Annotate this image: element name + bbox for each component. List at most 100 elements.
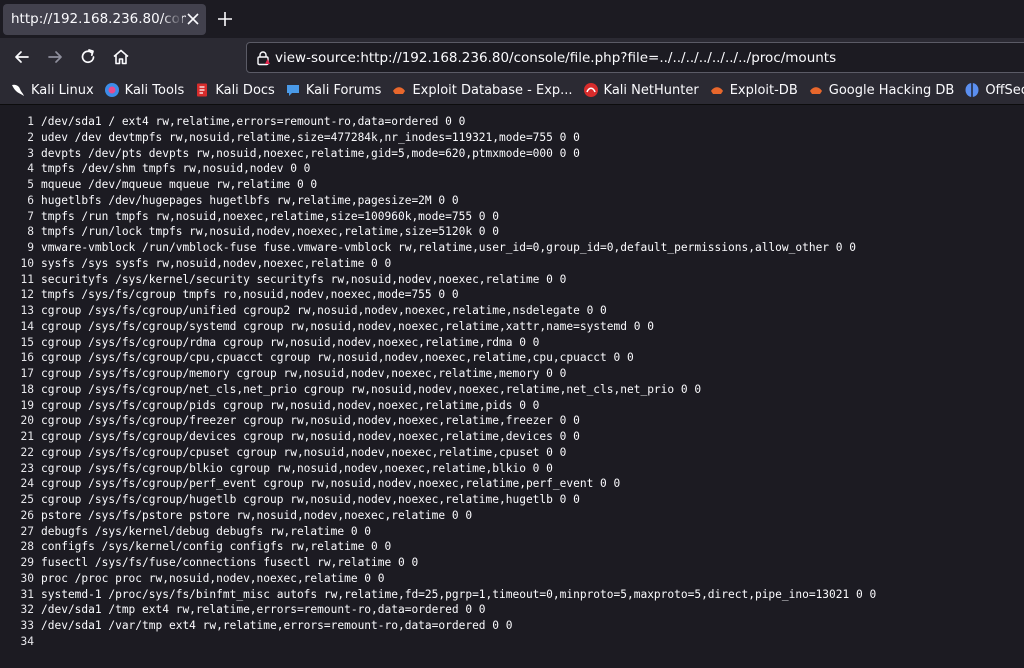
line-text: tmpfs /run/lock tmpfs rw,nosuid,nodev,no… (41, 225, 500, 239)
tab-title-fade (162, 4, 182, 35)
source-line: 8 tmpfs /run/lock tmpfs rw,nosuid,nodev,n… (0, 224, 1024, 240)
line-number: 10 (20, 256, 34, 270)
kali-dragon-icon (12, 84, 24, 96)
lock-warning-icon[interactable] (255, 50, 271, 66)
offsec-icon (965, 83, 979, 97)
line-number: 6 (27, 193, 34, 207)
line-text: cgroup /sys/fs/cgroup/memory cgroup rw,n… (41, 367, 567, 380)
line-number: 1 (27, 115, 34, 128)
line-number: 26 (20, 508, 34, 522)
line-text: cgroup /sys/fs/cgroup/devices cgroup rw,… (41, 430, 580, 443)
line-text: sysfs /sys sysfs rw,nosuid,nodev,noexec,… (41, 256, 392, 270)
bookmark-kali-docs[interactable]: Kali Docs (194, 78, 275, 102)
url-text[interactable]: view-source:http://192.168.236.80/consol… (275, 50, 836, 66)
line-number: 7 (27, 209, 34, 223)
line-text: cgroup /sys/fs/cgroup/net_cls,net_prio c… (41, 382, 702, 396)
line-text: securityfs /sys/kernel/security security… (41, 272, 567, 286)
line-number: 5 (27, 178, 34, 191)
line-number: 19 (20, 398, 34, 412)
nethunter-icon (583, 83, 598, 97)
exploit-db-icon (393, 87, 406, 94)
source-line: 10 sysfs /sys sysfs rw,nosuid,nodev,noexe… (0, 256, 1024, 272)
kali-forums-icon (286, 85, 299, 96)
source-line: 33/dev/sda1 /var/tmp ext4 rw,relatime,er… (0, 618, 1024, 634)
bookmark-offsec[interactable]: OffSec (964, 78, 1024, 102)
source-line: 23 cgroup /sys/fs/cgroup/blkio cgroup rw,… (0, 461, 1024, 477)
line-number: 33 (20, 619, 34, 632)
tab-strip: http://192.168.236.80/console (0, 0, 1024, 38)
line-number: 32 (20, 603, 34, 617)
bookmark-kali-tools[interactable]: Kali Tools (104, 78, 184, 102)
active-tab[interactable]: http://192.168.236.80/console (3, 4, 206, 35)
line-number: 15 (20, 335, 34, 349)
source-line: 1/dev/sda1 / ext4 rw,relatime,errors=rem… (0, 114, 1024, 130)
line-number: 29 (20, 556, 34, 569)
source-line: 15 cgroup /sys/fs/cgroup/rdma cgroup rw,n… (0, 335, 1024, 351)
line-number: 22 (20, 445, 34, 459)
ghdb-icon (809, 87, 822, 94)
line-number: 34 (20, 634, 34, 648)
source-line: 12 tmpfs /sys/fs/cgroup tmpfs ro,nosuid,n… (0, 287, 1024, 303)
line-text: /dev/sda1 / ext4 rw,relatime,errors=remo… (41, 115, 466, 128)
source-line: 25 cgroup /sys/fs/cgroup/hugetlb cgroup r… (0, 492, 1024, 508)
source-line: 27 debugfs /sys/kernel/debug debugfs rw,r… (0, 524, 1024, 540)
arrow-left-icon[interactable] (12, 47, 32, 67)
line-text: /dev/sda1 /var/tmp ext4 rw,relatime,erro… (41, 619, 513, 632)
line-number: 8 (27, 225, 34, 239)
line-text: tmpfs /sys/fs/cgroup tmpfs ro,nosuid,nod… (41, 288, 459, 302)
reload-icon[interactable] (78, 47, 98, 67)
address-bar[interactable]: view-source:http://192.168.236.80/consol… (246, 42, 1024, 73)
bookmark-label: OffSec (985, 82, 1024, 98)
source-line: 5 mqueue /dev/mqueue mqueue rw,relatime 0… (0, 177, 1024, 193)
line-text: cgroup /sys/fs/cgroup/hugetlb cgroup rw,… (41, 493, 580, 506)
source-line: 19 cgroup /sys/fs/cgroup/pids cgroup rw,n… (0, 398, 1024, 414)
source-line: 9 vmware-vmblock /run/vmblock-fuse fuse.v… (0, 240, 1024, 256)
line-number: 13 (20, 304, 34, 317)
line-text: pstore /sys/fs/pstore pstore rw,nosuid,n… (41, 508, 473, 522)
source-line: 6 hugetlbfs /dev/hugepages hugetlbfs rw,r… (0, 193, 1024, 209)
kali-tools-icon (104, 83, 119, 97)
line-text: cgroup /sys/fs/cgroup/cpuset cgroup rw,n… (41, 445, 567, 459)
line-number: 12 (20, 288, 34, 302)
home-icon[interactable] (111, 47, 131, 67)
source-line: 7 tmpfs /run tmpfs rw,nosuid,noexec,relat… (0, 209, 1024, 225)
line-number: 11 (20, 272, 34, 286)
line-text: cgroup /sys/fs/cgroup/freezer cgroup rw,… (41, 414, 580, 428)
line-number: 16 (20, 351, 34, 365)
source-line: 28 configfs /sys/kernel/config configfs r… (0, 539, 1024, 555)
bookmark-label: Kali Forums (305, 82, 382, 98)
line-text: cgroup /sys/fs/cgroup/perf_event cgroup … (41, 477, 621, 491)
line-text: systemd-1 /proc/sys/fs/binfmt_misc autof… (41, 587, 877, 601)
source-line: 14 cgroup /sys/fs/cgroup/systemd cgroup r… (0, 319, 1024, 335)
line-number: 25 (20, 493, 34, 506)
line-number: 9 (27, 241, 34, 254)
bookmark-google-hacking-db[interactable]: Google Hacking DB (808, 78, 954, 102)
line-text: cgroup /sys/fs/cgroup/blkio cgroup rw,no… (41, 461, 553, 475)
source-line: 3 devpts /dev/pts devpts rw,nosuid,noexec… (0, 146, 1024, 162)
exploit-db-icon (710, 87, 723, 94)
bookmark-kali-nethunter[interactable]: Kali NetHunter (583, 78, 699, 102)
arrow-right-icon[interactable] (45, 47, 65, 67)
bookmark-label: Kali Linux (31, 82, 94, 98)
bookmark-kali-linux[interactable]: Kali Linux (10, 78, 94, 102)
line-number: 24 (20, 477, 34, 491)
source-line: 18 cgroup /sys/fs/cgroup/net_cls,net_prio… (0, 382, 1024, 398)
bookmark-label: Kali Docs (215, 82, 275, 98)
line-text: cgroup /sys/fs/cgroup/rdma cgroup rw,nos… (41, 335, 540, 349)
source-view: 1/dev/sda1 / ext4 rw,relatime,errors=rem… (0, 105, 1024, 668)
line-text: udev /dev devtmpfs rw,nosuid,relatime,si… (41, 130, 580, 144)
plus-icon[interactable] (216, 10, 234, 28)
bookmark-exploit-database[interactable]: Exploit Database - Exp... (391, 78, 573, 102)
line-text: proc /proc proc rw,nosuid,nodev,noexec,r… (41, 571, 385, 585)
line-number: 14 (20, 319, 34, 333)
bookmark-kali-forums[interactable]: Kali Forums (285, 78, 382, 102)
kali-docs-icon (197, 83, 208, 97)
line-text: configfs /sys/kernel/config configfs rw,… (41, 540, 392, 554)
close-icon[interactable] (186, 12, 200, 26)
bookmark-exploit-db[interactable]: Exploit-DB (709, 78, 798, 102)
source-line: 22 cgroup /sys/fs/cgroup/cpuset cgroup rw… (0, 445, 1024, 461)
tab-title: http://192.168.236.80/console (11, 11, 186, 27)
source-line: 16 cgroup /sys/fs/cgroup/cpu,cpuacct cgro… (0, 350, 1024, 366)
line-number: 3 (27, 146, 34, 160)
line-text: hugetlbfs /dev/hugepages hugetlbfs rw,re… (41, 193, 459, 207)
